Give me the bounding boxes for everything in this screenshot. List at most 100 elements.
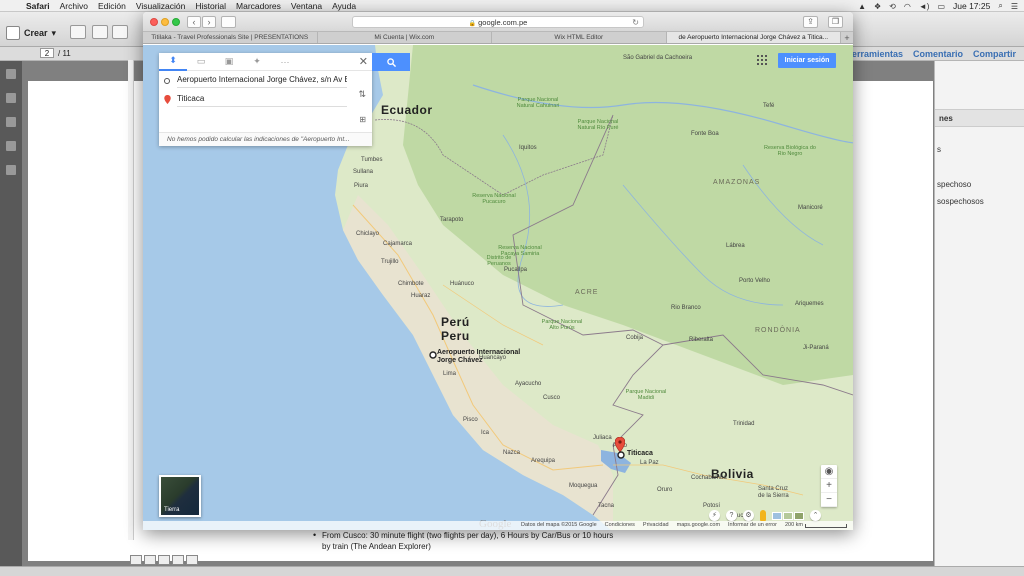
menu-ayuda[interactable]: Ayuda xyxy=(332,1,356,11)
zoom-in-button[interactable]: + xyxy=(821,479,837,493)
menu-ventana[interactable]: Ventana xyxy=(291,1,322,11)
tab-wix-editor[interactable]: Wix HTML Editor xyxy=(492,32,667,43)
settings-gear-icon[interactable]: ⚙ xyxy=(743,510,754,521)
menu-edicion[interactable]: Edición xyxy=(98,1,126,11)
origin-marker-icon[interactable] xyxy=(429,351,437,359)
privacy-link[interactable]: Privacidad xyxy=(643,521,669,530)
route-options-icon[interactable]: ⊞ xyxy=(359,115,366,124)
feedback-icon[interactable]: ⚡ xyxy=(709,510,720,521)
zoom-out-button[interactable]: − xyxy=(821,493,837,507)
google-map[interactable]: Ecuador Perú Peru Bolivia AMAZONAS ACRE … xyxy=(143,45,853,530)
address-bar[interactable]: 🔒 google.com.pe ↻ xyxy=(352,16,644,28)
sign-in-button[interactable]: Iniciar sesión xyxy=(778,53,836,68)
report-error-link[interactable]: Informar de un error xyxy=(728,521,777,530)
label-oruro: Oruro xyxy=(657,487,673,493)
help-icon[interactable]: ? xyxy=(726,510,737,521)
best-route-icon[interactable]: ⬍ xyxy=(159,53,187,71)
chevron-down-icon: ▾ xyxy=(51,27,57,38)
document-statusbar xyxy=(0,566,1024,576)
destination-pin-icon[interactable] xyxy=(615,437,625,452)
signature-icon[interactable] xyxy=(6,165,16,175)
search-button[interactable] xyxy=(372,53,410,71)
chevron-up-icon[interactable]: ⌃ xyxy=(810,510,821,521)
menu-visualizacion[interactable]: Visualización xyxy=(136,1,185,11)
origin-row[interactable]: Aeropuerto Internacional Jorge Chávez, s… xyxy=(159,71,372,90)
volume-icon[interactable]: ◄) xyxy=(919,2,930,11)
back-button[interactable]: ‹ xyxy=(187,16,201,28)
tab-comentario[interactable]: Comentario xyxy=(913,49,963,59)
tab-herramientas[interactable]: Herramientas xyxy=(845,49,903,59)
spotlight-search-icon[interactable]: ⌕ xyxy=(998,1,1002,11)
label-ariquemes: Ariquemes xyxy=(795,301,824,307)
terms-link[interactable]: Condiciones xyxy=(605,521,635,530)
attachment-icon[interactable] xyxy=(6,117,16,127)
menu-archivo[interactable]: Archivo xyxy=(60,1,88,11)
sync-icon[interactable]: ⟲ xyxy=(889,2,896,11)
dropbox-icon[interactable]: ❖ xyxy=(874,2,881,11)
menubar-clock[interactable]: Jue 17:25 xyxy=(953,1,990,11)
car-icon[interactable]: ▭ xyxy=(187,53,215,71)
close-directions-icon[interactable]: ✕ xyxy=(359,55,368,68)
panel-item[interactable]: s xyxy=(935,145,1024,154)
directions-error-message: No hemos podido calcular las indicacione… xyxy=(159,132,372,146)
share-button[interactable]: ⇪ xyxy=(803,16,818,28)
page-number-input[interactable]: 2 xyxy=(40,48,54,58)
google-apps-icon[interactable] xyxy=(757,55,767,65)
search-icon-handle xyxy=(391,62,396,67)
forward-button[interactable]: › xyxy=(202,16,216,28)
view-mode-button[interactable] xyxy=(144,555,156,565)
print-icon[interactable] xyxy=(112,25,128,39)
battery-icon[interactable]: ▭ xyxy=(937,2,945,11)
close-window-icon[interactable] xyxy=(150,18,158,26)
map-data-credit: Datos del mapa ©2015 Google xyxy=(521,522,597,528)
sidebar-toggle-button[interactable] xyxy=(221,16,236,28)
thumbnails-icon[interactable] xyxy=(6,69,16,79)
panel-item[interactable]: spechoso xyxy=(935,180,1024,189)
swap-icon[interactable]: ⇅ xyxy=(358,89,366,100)
view-mode-button[interactable] xyxy=(130,555,142,565)
tab-wix-account[interactable]: Mi Cuenta | Wix.com xyxy=(318,32,492,43)
new-tab-button[interactable]: + xyxy=(841,32,853,43)
apps-dot xyxy=(765,55,767,57)
adobe-icon[interactable]: ▲ xyxy=(858,2,866,11)
reload-icon[interactable]: ↻ xyxy=(632,17,639,28)
label-chiclayo: Chiclayo xyxy=(356,231,380,237)
imagery-strip[interactable] xyxy=(772,511,804,520)
my-location-icon[interactable]: ◉ xyxy=(821,465,837,479)
menu-app-safari[interactable]: Safari xyxy=(26,1,50,11)
label-tefe: Tefé xyxy=(763,103,775,109)
tab-compartir[interactable]: Compartir xyxy=(973,49,1016,59)
view-mode-button[interactable] xyxy=(158,555,170,565)
earth-view-toggle[interactable]: Tierra xyxy=(159,475,201,517)
panel-header[interactable]: nes xyxy=(935,109,1024,127)
layers-icon[interactable] xyxy=(6,141,16,151)
transit-icon[interactable]: ▣ xyxy=(215,53,243,71)
bookmark-icon[interactable] xyxy=(6,93,16,103)
tab-titilaka[interactable]: Titilaka - Travel Professionals Site | P… xyxy=(143,32,318,43)
panel-item[interactable]: sospechosos xyxy=(935,197,1024,206)
search-icon-lens xyxy=(386,57,394,65)
tab-google-maps[interactable]: de Aeropuerto Internacional Jorge Chávez… xyxy=(666,32,841,43)
label-rio-pure: Parque Nacional Natural Río Puré xyxy=(577,119,619,131)
wifi-icon[interactable]: ◠ xyxy=(904,2,911,11)
zoom-window-icon[interactable] xyxy=(172,18,180,26)
origin-input[interactable]: Aeropuerto Internacional Jorge Chávez, s… xyxy=(177,73,347,88)
view-mode-button[interactable] xyxy=(186,555,198,565)
open-folder-icon[interactable] xyxy=(70,25,86,39)
walking-icon[interactable]: ✦ xyxy=(243,53,271,71)
address-text: google.com.pe xyxy=(478,18,528,27)
minimize-window-icon[interactable] xyxy=(161,18,169,26)
destination-row[interactable]: Titicaca xyxy=(159,90,372,109)
more-modes-icon[interactable]: ··· xyxy=(271,53,299,71)
notification-center-icon[interactable]: ☰ xyxy=(1011,2,1018,11)
save-icon[interactable] xyxy=(92,25,108,39)
show-tabs-button[interactable]: ❐ xyxy=(828,16,843,28)
label-tumbes: Tumbes xyxy=(361,157,383,163)
view-mode-button[interactable] xyxy=(172,555,184,565)
menu-historial[interactable]: Historial xyxy=(195,1,226,11)
destination-input[interactable]: Titicaca xyxy=(177,92,347,107)
maps-site-link[interactable]: maps.google.com xyxy=(677,521,720,530)
menu-marcadores[interactable]: Marcadores xyxy=(236,1,281,11)
create-button[interactable]: Crear ▾ xyxy=(6,26,56,40)
pegman-icon[interactable] xyxy=(760,510,766,521)
